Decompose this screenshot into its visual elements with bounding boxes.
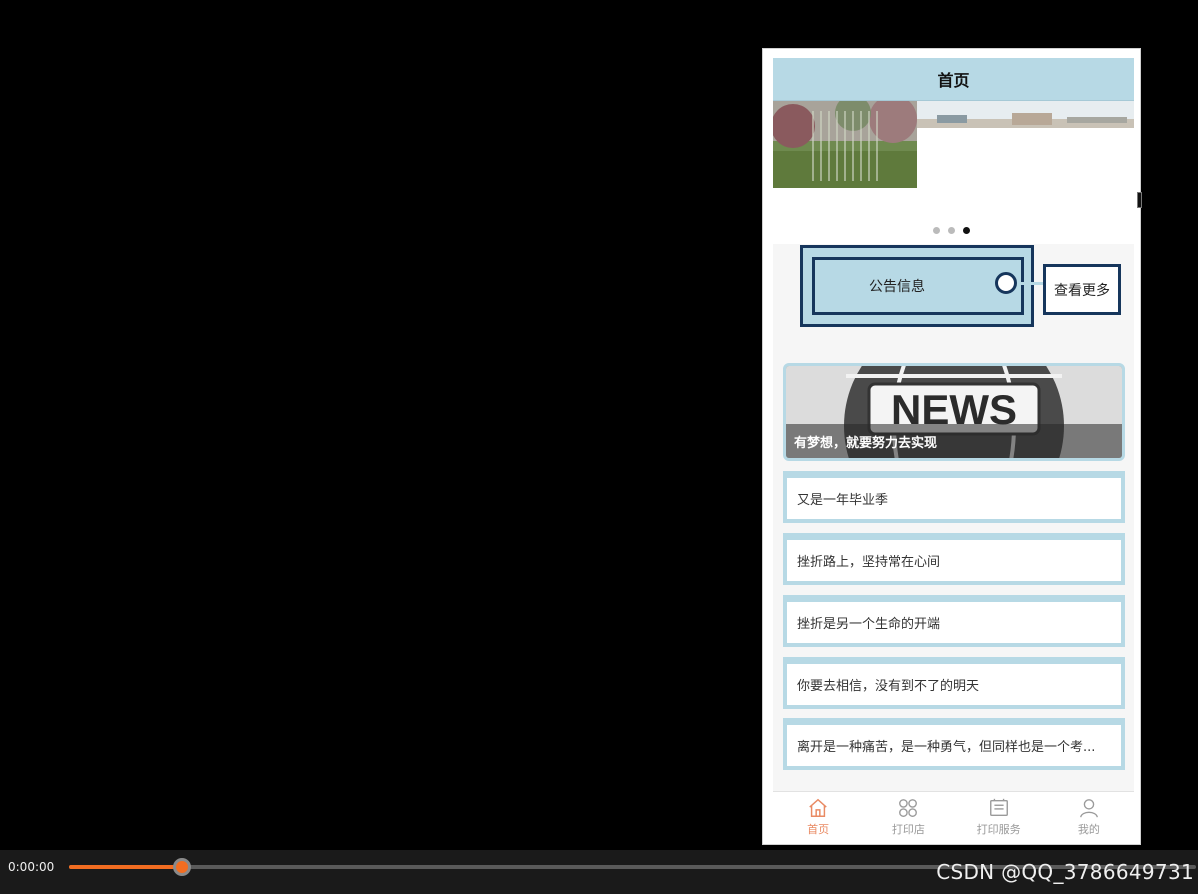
article-item[interactable]: 你要去相信，没有到不了的明天 — [783, 657, 1125, 709]
playback-time: 0:00:00 — [8, 860, 55, 874]
connector-line — [1017, 282, 1043, 285]
page-title: 首页 — [937, 71, 970, 90]
video-controls: 0:00:00 CSDN @QQ_3786649731 — [0, 850, 1198, 894]
tab-print-service[interactable]: 打印服务 — [954, 792, 1044, 842]
user-icon — [1079, 799, 1098, 818]
tab-label: 我的 — [1077, 823, 1100, 836]
phone-frame: 首页 公告信息 查看更多 NEWS 有梦想，就要努力去实现 又是一年毕业季 挫折… — [762, 48, 1141, 845]
watermark: CSDN @QQ_3786649731 — [936, 860, 1194, 884]
print-service-icon — [989, 798, 1008, 817]
carousel-dot-active[interactable] — [963, 227, 970, 234]
news-caption: 有梦想，就要努力去实现 — [786, 424, 1122, 458]
tab-label: 首页 — [807, 823, 830, 836]
home-icon — [809, 798, 827, 817]
nav-bar: 首页 — [773, 58, 1134, 101]
banner-image-building — [917, 101, 1134, 128]
tab-print-shop[interactable]: 打印店 — [863, 792, 953, 842]
article-item[interactable]: 离开是一种痛苦，是一种勇气，但同样也是一个考... — [783, 718, 1125, 770]
text-cursor-icon — [1137, 192, 1142, 208]
notice-box-inner: 公告信息 — [812, 257, 1024, 315]
tab-mine[interactable]: 我的 — [1044, 792, 1134, 842]
banner-carousel[interactable] — [773, 101, 1134, 244]
article-item[interactable]: 又是一年毕业季 — [783, 471, 1125, 523]
banner-image-garden — [773, 101, 917, 188]
phone-screen: 首页 公告信息 查看更多 NEWS 有梦想，就要努力去实现 又是一年毕业季 挫折… — [773, 58, 1134, 842]
notice-label: 公告信息 — [869, 279, 925, 295]
article-item[interactable]: 挫折路上，坚持常在心间 — [783, 533, 1125, 585]
view-more-button[interactable]: 查看更多 — [1043, 264, 1121, 315]
connector-knob — [995, 272, 1017, 294]
progress-thumb[interactable] — [172, 858, 191, 876]
tab-label: 打印店 — [891, 823, 925, 836]
carousel-indicator — [933, 227, 970, 234]
article-item[interactable]: 挫折是另一个生命的开端 — [783, 595, 1125, 647]
tab-label: 打印服务 — [976, 823, 1021, 836]
progress-fill — [69, 865, 182, 869]
tab-home[interactable]: 首页 — [773, 792, 863, 842]
news-card[interactable]: NEWS 有梦想，就要努力去实现 — [783, 363, 1125, 461]
carousel-dot[interactable] — [948, 227, 955, 234]
grid-icon — [899, 799, 918, 817]
tab-bar: 首页 打印店 打印服务 我的 — [773, 791, 1134, 842]
carousel-dot[interactable] — [933, 227, 940, 234]
